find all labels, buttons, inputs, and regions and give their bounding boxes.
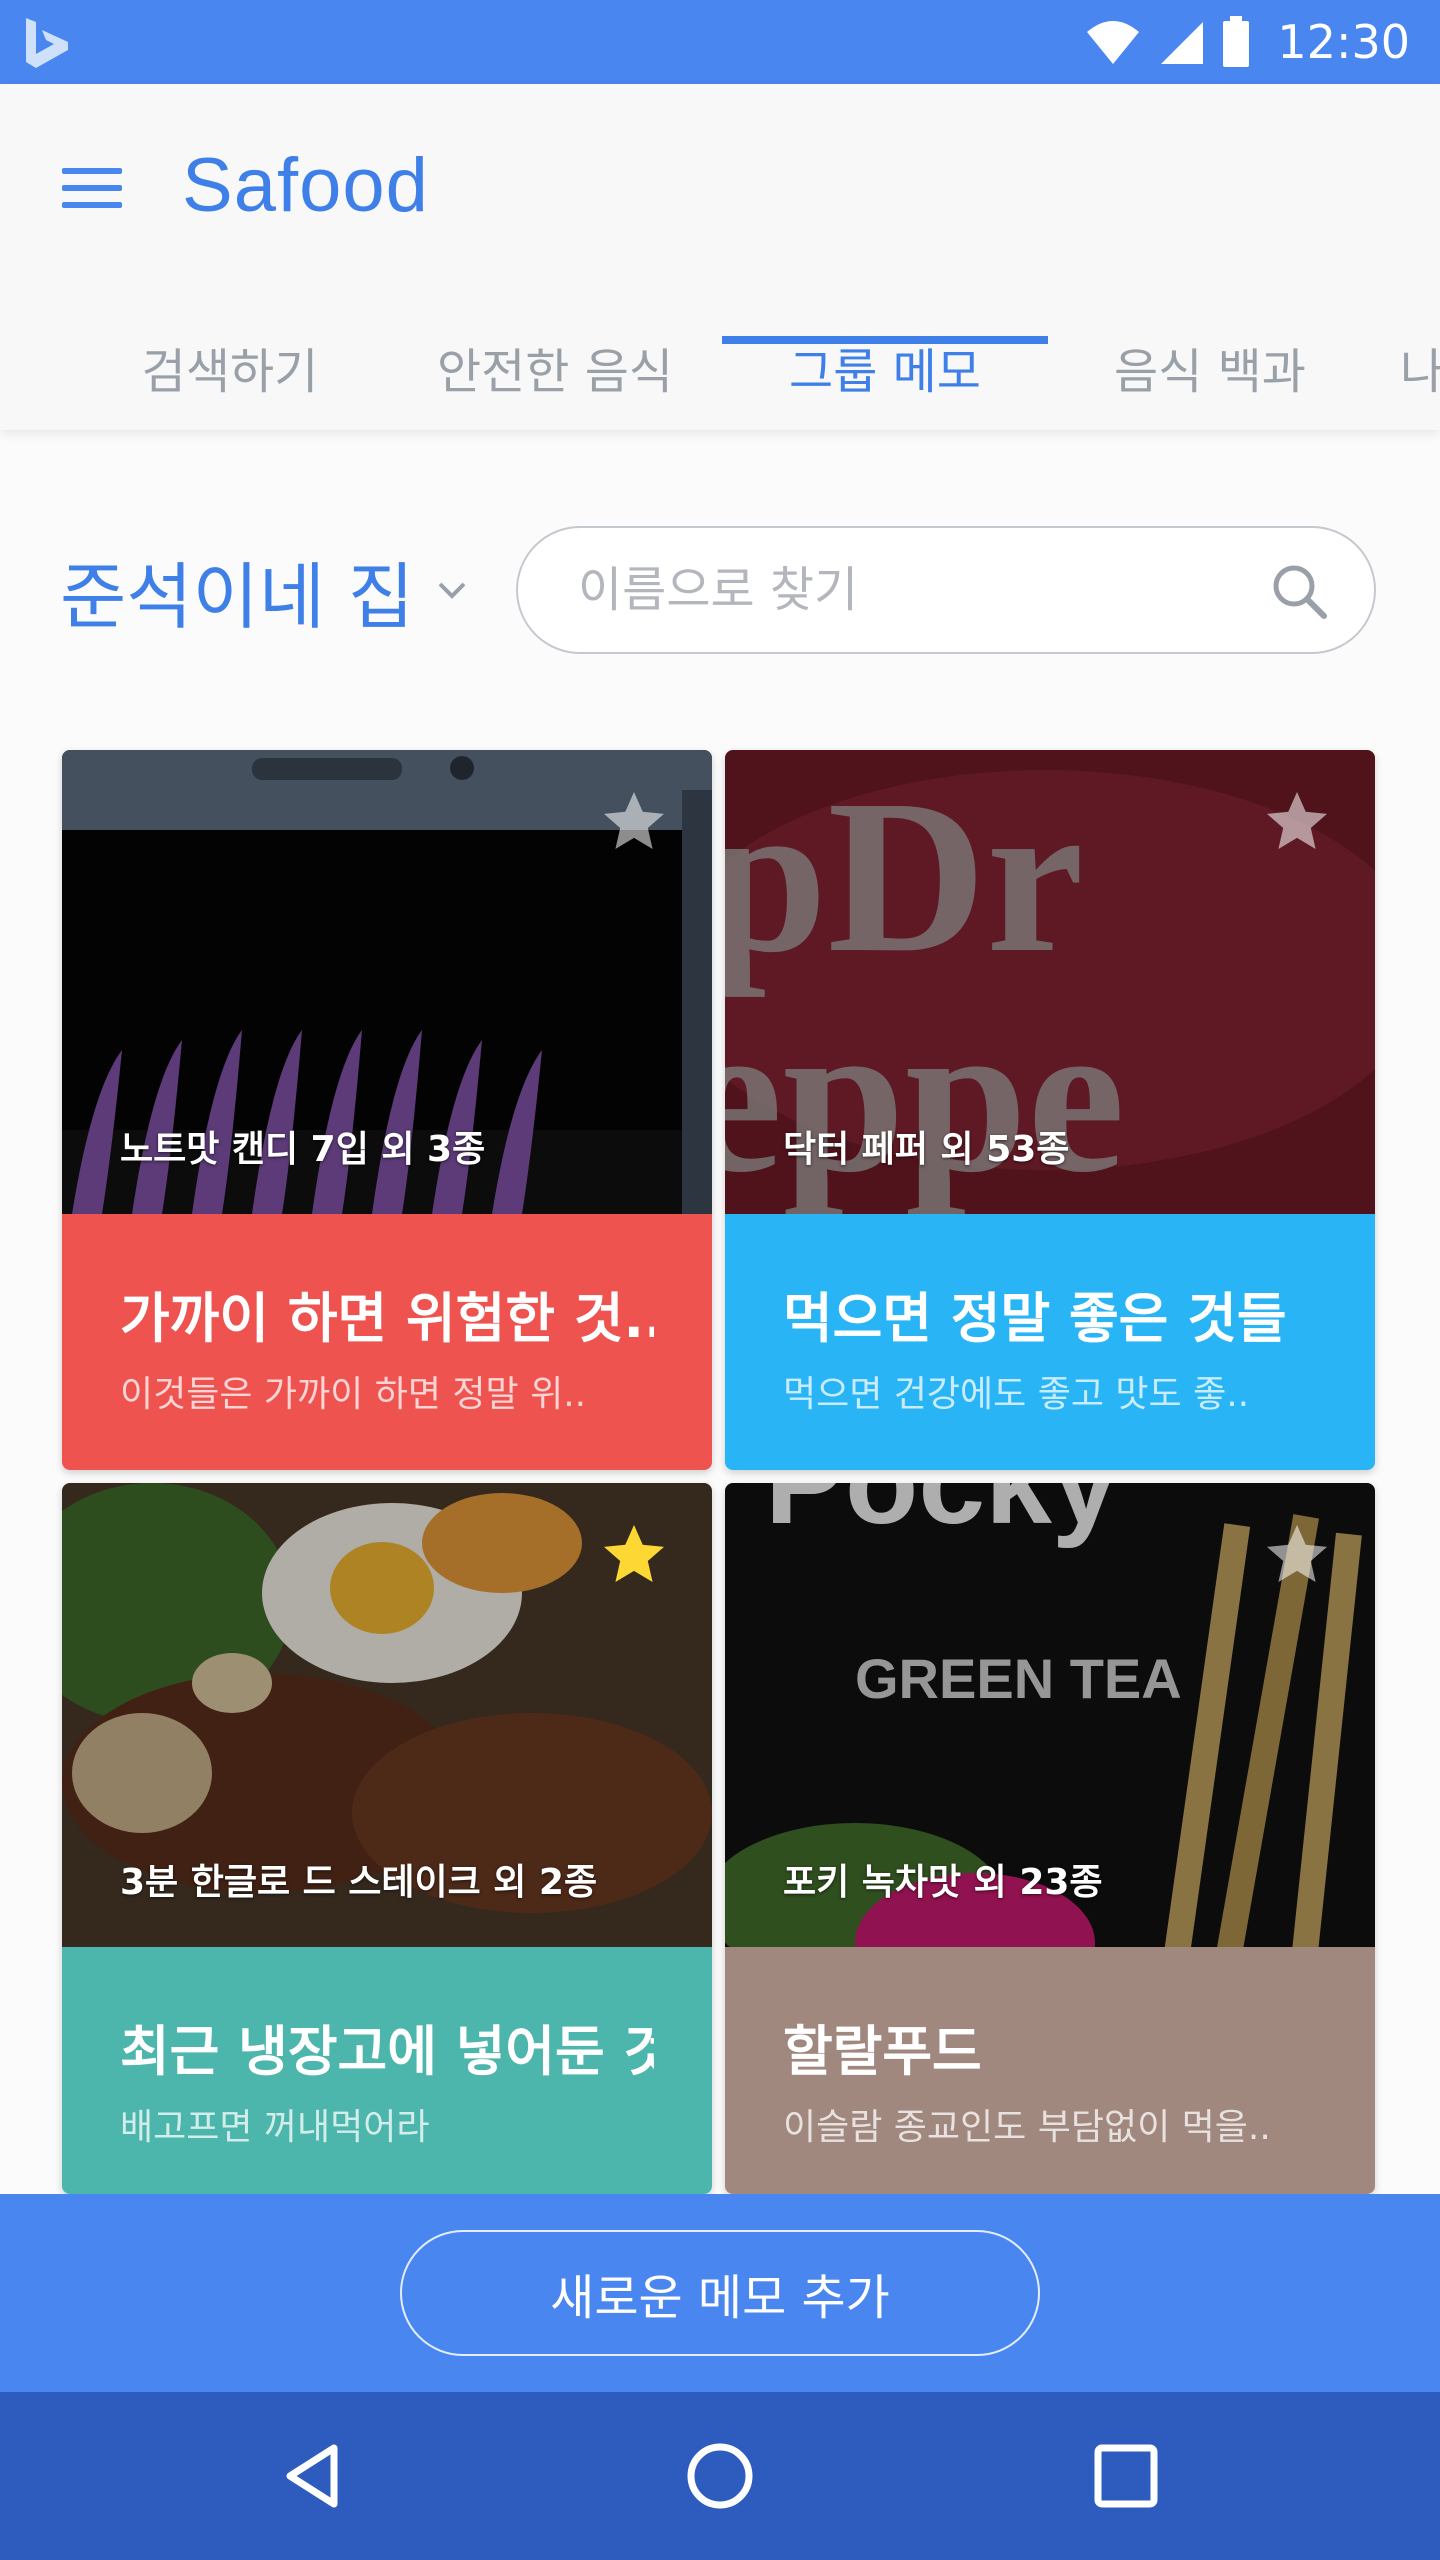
- card-body: 최근 냉장고에 넣어둔 것 배고프면 꺼내먹어라: [62, 1947, 712, 2194]
- card-items-caption: 포키 녹차맛 외 23종: [783, 1862, 1103, 1903]
- card-title: 할랄푸드: [783, 2020, 982, 2083]
- system-nav-bar: [0, 2392, 1440, 2560]
- group-selector[interactable]: 준석이네 집: [60, 540, 470, 640]
- search-icon[interactable]: [1270, 562, 1328, 620]
- memo-card[interactable]: Pocky GREEN TEA 포키 녹차맛 외 23종 할랄푸드 이슬람 종교…: [725, 1483, 1375, 2194]
- card-title: 최근 냉장고에 넣어둔 것: [120, 2020, 654, 2083]
- card-title: 먹으면 정말 좋은 것들: [783, 1287, 1287, 1350]
- memo-card[interactable]: 노트맛 캔디 7입 외 3종 가까이 하면 위험한 것.. 이것들은 가까이 하…: [62, 750, 712, 1470]
- back-icon[interactable]: [276, 2436, 356, 2516]
- card-body: 할랄푸드 이슬람 종교인도 부담없이 먹을..: [725, 1947, 1375, 2194]
- wifi-icon: [1087, 21, 1140, 64]
- star-icon[interactable]: [598, 1519, 670, 1591]
- memo-card[interactable]: 3분 한글로 드 스테이크 외 2종 최근 냉장고에 넣어둔 것 배고프면 꺼내…: [62, 1483, 712, 2194]
- tab-bar: 검색하기 안전한 음식 그룹 메모 음식 백과 나: [0, 304, 1440, 430]
- bottom-action-bar: 새로운 메모 추가: [0, 2194, 1440, 2392]
- menu-icon[interactable]: [50, 146, 134, 230]
- status-time: 12:30: [1277, 15, 1410, 69]
- bing-logo-icon: [26, 18, 68, 68]
- card-description: 이슬람 종교인도 부담없이 먹을..: [783, 2107, 1271, 2148]
- card-title: 가까이 하면 위험한 것..: [120, 1287, 654, 1350]
- card-description: 이것들은 가까이 하면 정말 위..: [120, 1374, 587, 1415]
- card-description: 배고프면 꺼내먹어라: [120, 2107, 430, 2148]
- tab-food-encyclopedia[interactable]: 음식 백과: [1070, 304, 1350, 430]
- tab-group-memo[interactable]: 그룹 메모: [722, 304, 1048, 430]
- star-icon[interactable]: [1261, 1519, 1333, 1591]
- app-bar: Safood 검색하기 안전한 음식 그룹 메모 음식 백과 나: [0, 84, 1440, 430]
- card-items-caption: 닥터 페퍼 외 53종: [783, 1129, 1070, 1170]
- home-icon[interactable]: [680, 2436, 760, 2516]
- card-description: 먹으면 건강에도 좋고 맛도 좋..: [783, 1374, 1250, 1415]
- app-title: Safood: [182, 143, 429, 228]
- status-bar: 12:30: [0, 0, 1440, 84]
- search-input[interactable]: [578, 528, 1228, 652]
- add-memo-button[interactable]: 새로운 메모 추가: [400, 2230, 1040, 2356]
- signal-icon: [1161, 22, 1204, 64]
- memo-card[interactable]: pDr eppe 닥터 페퍼 외 53종 먹으면 정말 좋은 것들 먹으면 건강…: [725, 750, 1375, 1470]
- card-body: 가까이 하면 위험한 것.. 이것들은 가까이 하면 정말 위..: [62, 1214, 712, 1470]
- tab-safe-food[interactable]: 안전한 음식: [410, 304, 700, 430]
- recents-icon[interactable]: [1086, 2436, 1166, 2516]
- chevron-down-icon: [438, 582, 466, 599]
- star-icon[interactable]: [1261, 786, 1333, 858]
- tab-me[interactable]: 나: [1400, 304, 1440, 430]
- tab-search[interactable]: 검색하기: [90, 304, 370, 430]
- star-icon[interactable]: [598, 786, 670, 858]
- battery-icon: [1223, 16, 1250, 67]
- card-items-caption: 노트맛 캔디 7입 외 3종: [120, 1129, 486, 1170]
- card-items-caption: 3분 한글로 드 스테이크 외 2종: [120, 1862, 598, 1903]
- card-body: 먹으면 정말 좋은 것들 먹으면 건강에도 좋고 맛도 좋..: [725, 1214, 1375, 1470]
- tab-indicator: [722, 336, 1048, 344]
- group-name: 준석이네 집: [60, 554, 415, 639]
- search-box: [516, 526, 1376, 654]
